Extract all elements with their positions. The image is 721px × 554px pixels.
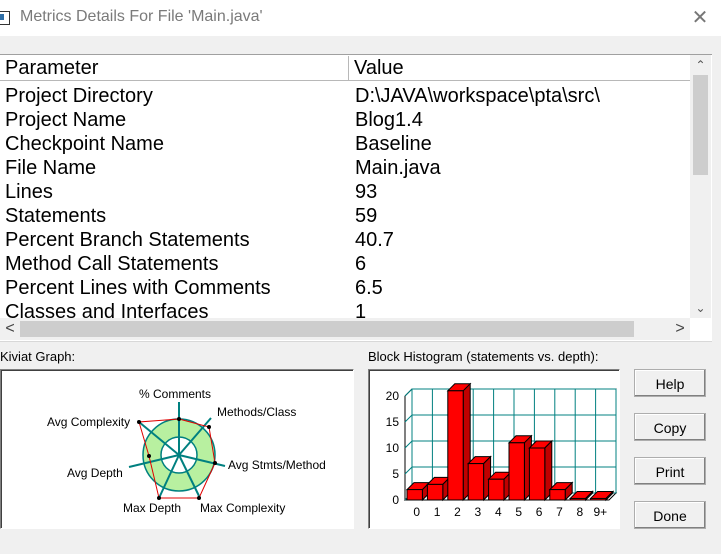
value-method-calls: 6 <box>355 253 367 275</box>
histogram-bar <box>507 434 533 502</box>
y-tick-label: 5 <box>392 467 399 481</box>
kiviat-point <box>177 417 181 421</box>
histogram-bar <box>487 470 513 502</box>
axis-label-max-complexity: Max Complexity <box>200 501 285 515</box>
scroll-right-icon[interactable]: > <box>670 318 690 340</box>
app-icon <box>0 11 10 25</box>
help-button[interactable]: Help <box>634 369 706 397</box>
title-bar: Metrics Details For File 'Main.java' ✕ <box>0 0 721 36</box>
x-tick-label: 9+ <box>593 505 607 519</box>
x-tick-label: 1 <box>434 505 441 519</box>
value-project-name: Blog1.4 <box>355 109 423 131</box>
param-project-name: Project Name <box>5 109 127 131</box>
kiviat-graph: % Comments Methods/Class Avg Stmts/Metho… <box>47 387 326 515</box>
window-title: Metrics Details For File 'Main.java' <box>20 8 263 25</box>
x-tick-label: 6 <box>536 505 543 519</box>
param-checkpoint-name: Checkpoint Name <box>5 133 164 155</box>
param-statements: Statements <box>5 205 107 227</box>
value-checkpoint-name: Baseline <box>355 133 432 155</box>
histogram-label: Block Histogram (statements vs. depth): <box>368 349 599 364</box>
param-project-directory: Project Directory <box>5 85 153 107</box>
y-tick-label: 10 <box>386 441 400 455</box>
param-file-name: File Name <box>5 157 97 179</box>
histogram-bar <box>446 382 472 502</box>
horizontal-scroll-thumb[interactable] <box>20 321 634 337</box>
axis-label-methods-class: Methods/Class <box>217 405 296 419</box>
histogram-panel: 0 5 10 15 20 0 1 2 3 4 5 6 7 8 9+ <box>368 369 620 529</box>
x-tick-label: 4 <box>495 505 502 519</box>
param-lines: Lines <box>5 181 53 203</box>
vertical-scrollbar[interactable]: ⌃ ⌄ <box>690 55 711 318</box>
kiviat-graph-label: Kiviat Graph: <box>0 349 76 364</box>
x-tick-label: 0 <box>413 505 420 519</box>
value-project-directory: D:\JAVA\workspace\pta\src\ <box>355 85 600 107</box>
block-histogram: 051015200 1 2 3 4 5 6 7 8 9+ <box>386 382 618 519</box>
y-tick-label: 20 <box>386 389 400 403</box>
column-header-value[interactable]: Value <box>349 56 690 81</box>
x-tick-label: 2 <box>454 505 461 519</box>
metrics-table: Parameter Value Project Directory D:\JAV… <box>0 54 712 342</box>
print-button[interactable]: Print <box>634 457 706 485</box>
histogram-bar <box>466 455 492 502</box>
axis-label-avg-stmts: Avg Stmts/Method <box>228 458 326 472</box>
scroll-left-icon[interactable]: < <box>0 318 20 340</box>
done-button[interactable]: Done <box>634 501 706 529</box>
param-percent-branch: Percent Branch Statements <box>5 229 250 251</box>
y-tick-label: 15 <box>386 415 400 429</box>
scroll-up-icon[interactable]: ⌃ <box>690 55 711 75</box>
param-method-calls: Method Call Statements <box>5 253 219 275</box>
x-tick-label: 3 <box>475 505 482 519</box>
value-percent-comments: 6.5 <box>355 277 383 299</box>
column-header-parameter[interactable]: Parameter <box>0 56 349 81</box>
kiviat-point <box>137 420 141 424</box>
param-percent-comments: Percent Lines with Comments <box>5 277 271 299</box>
kiviat-point <box>197 496 201 500</box>
value-statements: 59 <box>355 205 378 227</box>
value-percent-branch: 40.7 <box>355 229 394 251</box>
horizontal-scrollbar[interactable]: < > <box>0 318 690 340</box>
x-tick-label: 5 <box>515 505 522 519</box>
kiviat-point <box>207 425 211 429</box>
kiviat-point <box>147 454 151 458</box>
close-button[interactable]: ✕ <box>688 6 712 30</box>
axis-label-avg-depth: Avg Depth <box>67 466 123 480</box>
axis-label-comments: % Comments <box>139 387 211 401</box>
axis-label-max-depth: Max Depth <box>123 501 181 515</box>
histogram-bar <box>426 476 452 502</box>
value-lines: 93 <box>355 181 378 203</box>
kiviat-point <box>213 461 217 465</box>
kiviat-point <box>157 496 161 500</box>
value-file-name: Main.java <box>355 157 441 179</box>
x-tick-label: 7 <box>556 505 563 519</box>
y-tick-label: 0 <box>392 493 399 507</box>
axis-label-avg-complexity: Avg Complexity <box>47 415 130 429</box>
kiviat-graph-panel: % Comments Methods/Class Avg Stmts/Metho… <box>0 369 354 529</box>
histogram-bar <box>528 439 554 502</box>
x-tick-label: 8 <box>577 505 584 519</box>
vertical-scroll-thumb[interactable] <box>693 75 708 175</box>
scroll-down-icon[interactable]: ⌄ <box>690 298 711 318</box>
copy-button[interactable]: Copy <box>634 413 706 441</box>
